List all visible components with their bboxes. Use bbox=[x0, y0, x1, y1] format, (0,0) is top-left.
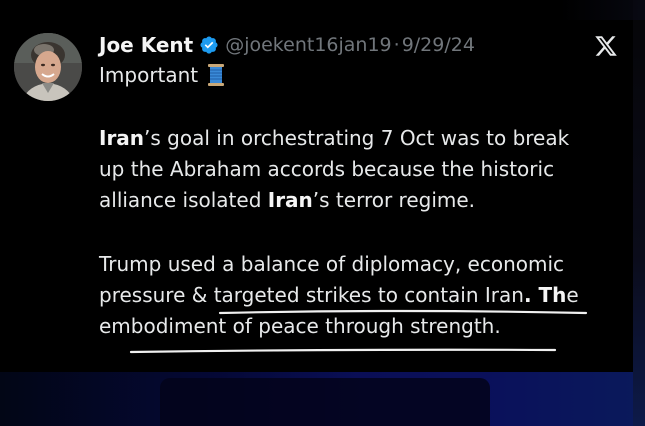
tweet-card: Joe Kent @joekent16jan19 · 9/29/24 Impor… bbox=[0, 0, 633, 372]
background-right-edge bbox=[633, 0, 645, 426]
screenshot-frame: Joe Kent @joekent16jan19 · 9/29/24 Impor… bbox=[0, 0, 645, 426]
underline-stroke-1 bbox=[218, 309, 588, 315]
underline-stroke-2 bbox=[129, 348, 557, 354]
background-shade bbox=[160, 378, 490, 426]
underline-annotations bbox=[129, 309, 588, 354]
